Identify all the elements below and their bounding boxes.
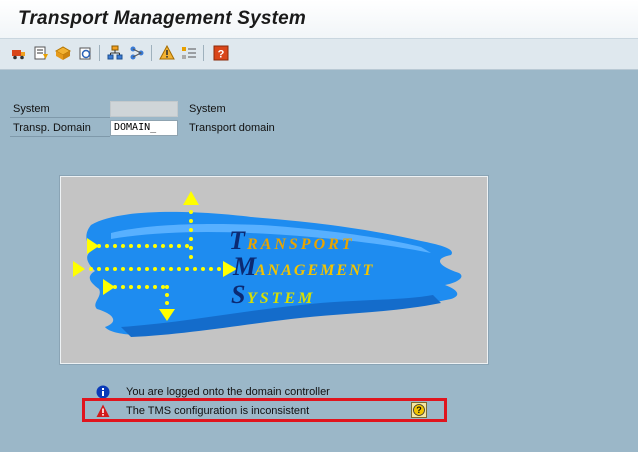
- system-overview-icon: [107, 45, 123, 60]
- logo-arrow-dot: [121, 244, 125, 248]
- logo-arrow-dot: [129, 285, 133, 289]
- alerts-button[interactable]: [158, 44, 176, 62]
- toolbar-separator: [151, 45, 152, 61]
- toolbar-separator: [203, 45, 204, 61]
- logo-arrow-dot: [153, 285, 157, 289]
- message-info: You are logged onto the domain controlle…: [96, 385, 436, 399]
- logo-initial-s: S: [231, 280, 245, 309]
- logo-arrow-dot: [113, 267, 117, 271]
- logo-arrow-dot: [189, 237, 193, 241]
- logo-arrow-dot: [145, 267, 149, 271]
- logo-arrow-dot: [145, 285, 149, 289]
- logo-arrow-dot: [189, 228, 193, 232]
- logo-arrow-dot: [177, 267, 181, 271]
- transport-network-button[interactable]: [128, 44, 146, 62]
- logo-arrow-dot: [189, 246, 193, 250]
- logo-arrow-dot: [209, 267, 213, 271]
- refresh-icon: [79, 47, 91, 60]
- logo-arrow-dot: [97, 267, 101, 271]
- alerts-icon: [159, 45, 175, 60]
- import-overview-icon: [34, 46, 48, 60]
- logo-arrow-dot: [201, 267, 205, 271]
- logo-arrow-dot: [129, 267, 133, 271]
- transport-routes-button[interactable]: [10, 44, 28, 62]
- logo-arrow-dot: [161, 267, 165, 271]
- help-icon: ?: [213, 45, 229, 61]
- system-description: System: [189, 103, 226, 115]
- logo-arrow-dot: [217, 267, 221, 271]
- qa-worklist-icon: [182, 47, 196, 59]
- window-title: Transport Management System: [18, 8, 307, 29]
- logo-arrow-head: [73, 261, 85, 277]
- logo-word-ransport: RANSPORT: [246, 236, 355, 253]
- logo-word-anagement: ANAGEMENT: [254, 262, 374, 279]
- title-bar: Transport Management System: [0, 0, 638, 39]
- logo-arrow-dot: [161, 244, 165, 248]
- logo-arrow-dot: [121, 267, 125, 271]
- logo-arrow-dot: [105, 267, 109, 271]
- refresh-button[interactable]: [76, 44, 94, 62]
- logo-word-ystem: YSTEM: [247, 290, 315, 307]
- logo-arrow-head: [183, 191, 199, 205]
- logo-arrow-dot: [185, 244, 189, 248]
- logo-initial-m: M: [232, 252, 257, 281]
- toolbar-separator: [99, 45, 100, 61]
- info-icon: [96, 385, 110, 399]
- tms-logo-panel: T RANSPORT M ANAGEMENT S YSTEM: [60, 176, 488, 364]
- logo-arrow-dot: [193, 267, 197, 271]
- logo-arrow-dot: [153, 244, 157, 248]
- svg-text:?: ?: [218, 49, 225, 61]
- logo-arrow-dot: [189, 255, 193, 259]
- logo-arrow-dot: [165, 301, 169, 305]
- logo-arrow-dot: [185, 267, 189, 271]
- transport-requests-button[interactable]: [54, 44, 72, 62]
- system-overview-button[interactable]: [106, 44, 124, 62]
- logo-arrow-dot: [113, 244, 117, 248]
- transport-network-icon: [130, 46, 144, 60]
- logo-arrow-dot: [189, 210, 193, 214]
- logo-arrow-dot: [137, 285, 141, 289]
- logo-arrow-dot: [153, 267, 157, 271]
- logo-arrow-dot: [165, 293, 169, 297]
- transport-domain-field[interactable]: DOMAIN_: [110, 120, 178, 136]
- transport-routes-icon: [12, 50, 25, 60]
- system-field: [110, 101, 178, 117]
- logo-arrow-dot: [169, 267, 173, 271]
- logo-arrow-dot: [137, 267, 141, 271]
- warning-highlight-box: [82, 398, 447, 422]
- logo-arrow-dot: [105, 244, 109, 248]
- transport-domain-label: Transp. Domain: [10, 120, 110, 137]
- qa-worklist-button[interactable]: [180, 44, 198, 62]
- application-toolbar: ?: [0, 39, 638, 70]
- message-info-text: You are logged onto the domain controlle…: [126, 386, 330, 398]
- transport-requests-icon: [55, 46, 71, 60]
- logo-arrow-dot: [121, 285, 125, 289]
- logo-arrow-dot: [89, 267, 93, 271]
- logo-arrow-dot: [169, 244, 173, 248]
- system-label: System: [10, 101, 110, 118]
- logo-arrow-dot: [177, 244, 181, 248]
- logo-arrow-dot: [165, 285, 169, 289]
- logo-arrow-dot: [161, 285, 165, 289]
- logo-arrow-dot: [189, 219, 193, 223]
- transport-domain-description: Transport domain: [189, 122, 275, 134]
- logo-arrow-dot: [145, 244, 149, 248]
- logo-initial-t: T: [229, 226, 246, 255]
- help-button[interactable]: ?: [212, 44, 230, 62]
- logo-arrow-dot: [129, 244, 133, 248]
- tms-logo-image: T RANSPORT M ANAGEMENT S YSTEM: [73, 191, 462, 337]
- import-overview-button[interactable]: [32, 44, 50, 62]
- logo-arrow-dot: [137, 244, 141, 248]
